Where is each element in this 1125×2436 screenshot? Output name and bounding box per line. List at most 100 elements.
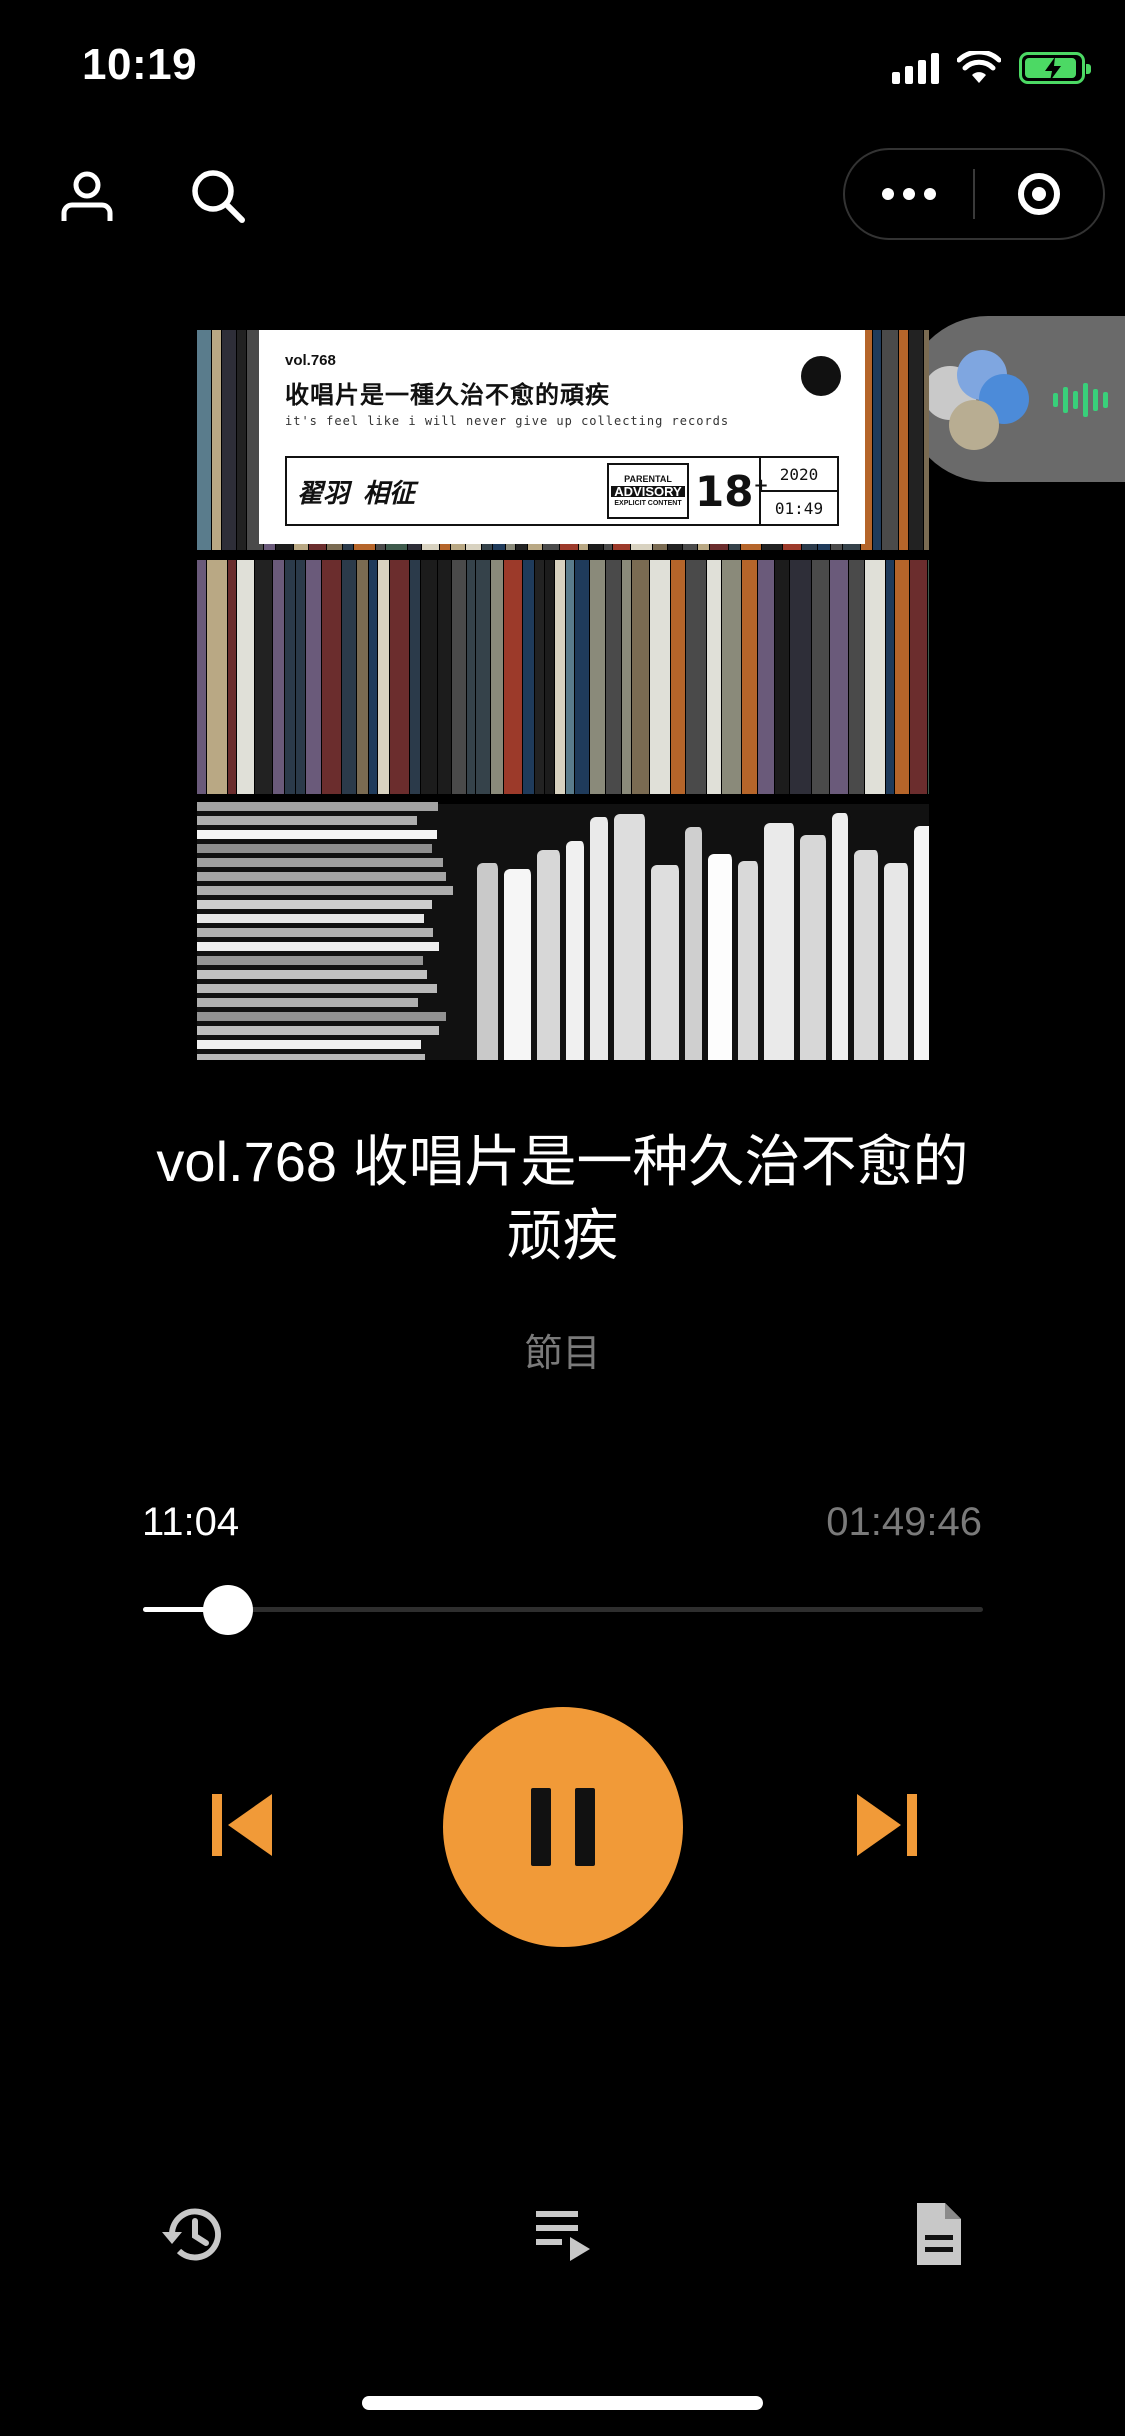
record-spine [438, 560, 452, 794]
battery-charging-icon [1019, 52, 1091, 84]
status-bar: 10:19 [0, 0, 1125, 140]
record-spine [622, 560, 632, 794]
record-spine [296, 560, 306, 794]
record-spine [686, 560, 707, 794]
record-spine [790, 560, 812, 794]
stacked-record [197, 970, 427, 979]
record-spine [849, 560, 865, 794]
stacked-record [197, 802, 438, 811]
mini-program-capsule [843, 148, 1105, 240]
profile-button[interactable] [51, 160, 123, 232]
cover-year-duration: 2020 01:49 [759, 458, 837, 524]
floating-audio-widget[interactable] [905, 316, 1125, 482]
more-button[interactable] [845, 150, 973, 238]
signature: 翟羽 [297, 478, 350, 509]
record-spine [590, 560, 606, 794]
vinyl-sleeve [651, 865, 682, 1060]
podcast-avatar [923, 344, 1035, 456]
record-spine [476, 560, 491, 794]
skip-previous-icon [212, 1794, 272, 1856]
stacked-record [197, 942, 439, 951]
vinyl-sleeve [884, 863, 911, 1060]
cover-vol: vol.768 [285, 352, 336, 369]
vinyl-sleeve [504, 869, 534, 1060]
stacked-record [197, 914, 424, 923]
progress-thumb[interactable] [202, 1585, 253, 1635]
stacked-record [197, 900, 432, 909]
record-spine [758, 560, 775, 794]
cover-title: 收唱片是一種久治不愈的頑疾 [285, 382, 610, 409]
target-circle-icon [1017, 173, 1060, 215]
record-spine [775, 560, 790, 794]
vinyl-sleeves [467, 802, 929, 1060]
vinyl-sleeve [590, 817, 611, 1060]
record-spine [306, 560, 322, 794]
record-spine [873, 330, 882, 550]
vinyl-sleeve [708, 854, 735, 1060]
record-spine [812, 560, 830, 794]
record-spine [566, 560, 575, 794]
record-spine [467, 560, 476, 794]
record-spine [357, 560, 369, 794]
cellular-signal-icon [892, 52, 939, 84]
total-time: 01:49:46 [826, 1500, 982, 1544]
stacked-record [197, 886, 453, 895]
record-spine [545, 560, 555, 794]
episode-category: 節目 [524, 1333, 601, 1375]
record-spine [671, 560, 686, 794]
vinyl-sleeve [566, 841, 587, 1060]
pause-icon [519, 1788, 607, 1866]
age-rating: 18+ [695, 466, 769, 516]
record-spine [222, 330, 237, 550]
record-spine [535, 560, 545, 794]
stacked-record [197, 1026, 439, 1035]
record-spine [555, 560, 566, 794]
vinyl-sleeve [477, 863, 501, 1060]
record-stack [197, 802, 459, 1060]
stacked-record [197, 1012, 446, 1021]
vinyl-sleeve [738, 861, 761, 1060]
cover-year: 2020 [761, 458, 837, 492]
person-icon [61, 171, 113, 221]
record-spine [742, 560, 758, 794]
close-mini-program-button[interactable] [975, 150, 1103, 238]
record-spine [237, 330, 247, 550]
record-spine [909, 330, 924, 550]
vinyl-sleeve [537, 850, 563, 1060]
next-button[interactable] [843, 1780, 933, 1870]
record-spine [285, 560, 296, 794]
history-button[interactable] [148, 2194, 238, 2274]
stacked-record [197, 858, 443, 867]
record-spine [722, 560, 742, 794]
record-spine [452, 560, 467, 794]
search-button[interactable] [182, 160, 254, 232]
record-spine [928, 560, 929, 794]
record-spine [707, 560, 722, 794]
record-spine [237, 560, 255, 794]
episode-cover-art: vol.768 收唱片是一種久治不愈的頑疾 it's feel like i w… [197, 330, 929, 1060]
record-spine [523, 560, 535, 794]
progress-slider[interactable] [143, 1585, 983, 1635]
vinyl-sleeve [854, 850, 881, 1060]
home-indicator [362, 2396, 763, 2410]
record-spine [421, 560, 438, 794]
show-notes-button[interactable] [894, 2194, 984, 2274]
cover-credits-bar: 翟羽 相征 PARENTAL ADVISORY EXPLICIT CONTENT… [285, 456, 839, 526]
stacked-record [197, 984, 437, 993]
record-spine [228, 560, 237, 794]
status-time: 10:19 [82, 40, 198, 89]
record-spine [886, 560, 895, 794]
record-spine [882, 330, 899, 550]
document-icon [917, 2203, 961, 2265]
vinyl-sleeve [764, 823, 797, 1060]
cover-label: vol.768 收唱片是一種久治不愈的頑疾 it's feel like i w… [259, 330, 865, 544]
record-spine [606, 560, 622, 794]
previous-button[interactable] [196, 1780, 286, 1870]
playlist-button[interactable] [518, 2194, 608, 2274]
record-spine [212, 330, 222, 550]
more-dots-icon [882, 188, 936, 200]
record-spine [322, 560, 342, 794]
cover-subtitle-en: it's feel like i will never give up coll… [285, 414, 730, 428]
vinyl-sleeve [914, 826, 929, 1060]
pause-button[interactable] [443, 1707, 683, 1947]
